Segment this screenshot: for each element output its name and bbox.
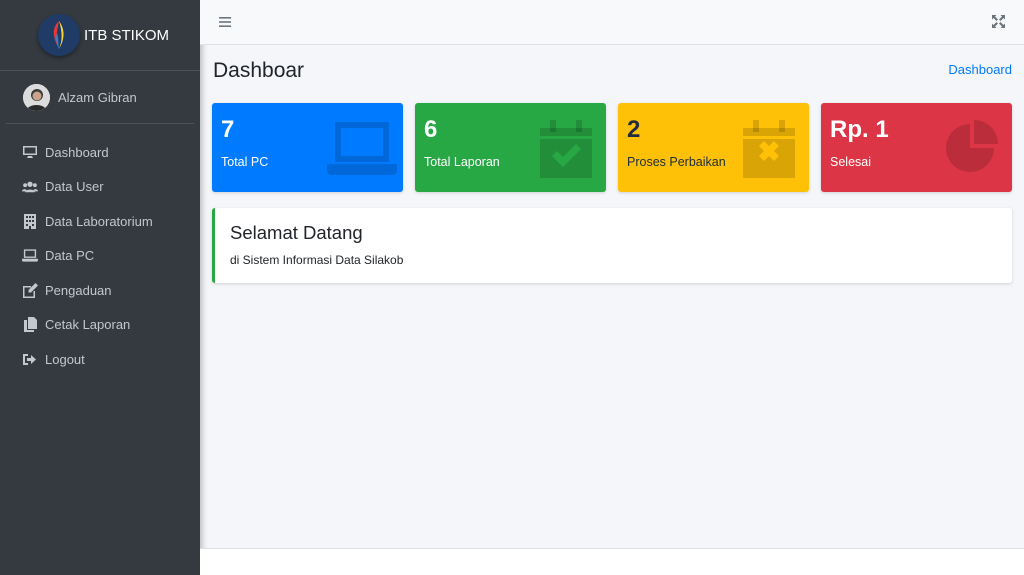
sign-out-icon [22,351,38,367]
calendar-check-icon [536,118,596,178]
sidebar-item-data-laboratorium[interactable]: Data Laboratorium [0,204,200,239]
building-icon [22,213,38,229]
welcome-title: Selamat Datang [230,222,363,243]
stat-card-label: Total Laporan [424,155,500,169]
menu-toggle-icon[interactable] [219,15,231,27]
stat-card-value: 2 [627,116,641,143]
sidebar-item-data-user[interactable]: Data User [0,170,200,205]
breadcrumb-link[interactable]: Dashboard [948,62,1012,77]
stat-card-total-pc[interactable]: 7 Total PC [212,103,403,192]
stat-card-label: Proses Perbaikan [627,155,726,169]
footer [200,548,1024,575]
welcome-callout: Selamat Datang di Sistem Informasi Data … [212,208,1012,283]
brand-name: ITB STIKOM [84,26,170,44]
sidebar-item-dashboard[interactable]: Dashboard [0,135,200,170]
copy-icon [22,317,38,333]
fullscreen-icon[interactable] [992,15,1005,28]
sidebar-item-cetak-laporan[interactable]: Cetak Laporan [0,308,200,343]
sidebar-item-label: Logout [45,351,85,367]
stat-card-selesai[interactable]: Rp. 1 Selesai [821,103,1012,192]
sidebar-item-label: Pengaduan [45,282,112,298]
stat-card-value: Rp. 1 [830,116,889,143]
sidebar-item-label: Dashboard [45,144,109,160]
avatar [23,83,50,111]
brand-logo [38,14,80,56]
users-icon [22,179,38,195]
desktop-icon [22,144,38,160]
sidebar-item-label: Data User [45,179,104,195]
stat-card-label: Selesai [830,155,871,169]
page-title: Dashboar [213,59,305,82]
stat-card-proses-perbaikan[interactable]: 2 Proses Perbaikan [618,103,809,192]
user-panel[interactable]: Alzam Gibran [6,71,194,124]
sidebar-item-label: Data Laboratorium [45,213,153,229]
user-name: Alzam Gibran [58,89,137,105]
brand-link[interactable]: ITB STIKOM [0,0,200,71]
laptop-icon [22,248,38,264]
top-navbar [200,0,1024,45]
calendar-times-icon [739,118,799,178]
sidebar-nav: Dashboard Data User Data Laboratorium Da… [0,135,200,377]
stat-card-label: Total PC [221,155,269,169]
laptop-icon [327,118,397,178]
stat-card-value: 7 [221,116,235,143]
sidebar-item-label: Data PC [45,248,95,264]
sidebar-item-data-pc[interactable]: Data PC [0,239,200,274]
stat-card-total-laporan[interactable]: 6 Total Laporan [415,103,606,192]
pie-chart-icon [942,118,1002,178]
edit-icon [22,282,38,298]
sidebar-item-logout[interactable]: Logout [0,342,200,377]
sidebar: ITB STIKOM Alzam Gibran Dashboard Data U… [0,0,200,575]
stat-card-value: 6 [424,116,438,143]
sidebar-item-pengaduan[interactable]: Pengaduan [0,273,200,308]
welcome-subtitle: di Sistem Informasi Data Silakob [230,253,404,267]
sidebar-item-label: Cetak Laporan [45,317,131,333]
